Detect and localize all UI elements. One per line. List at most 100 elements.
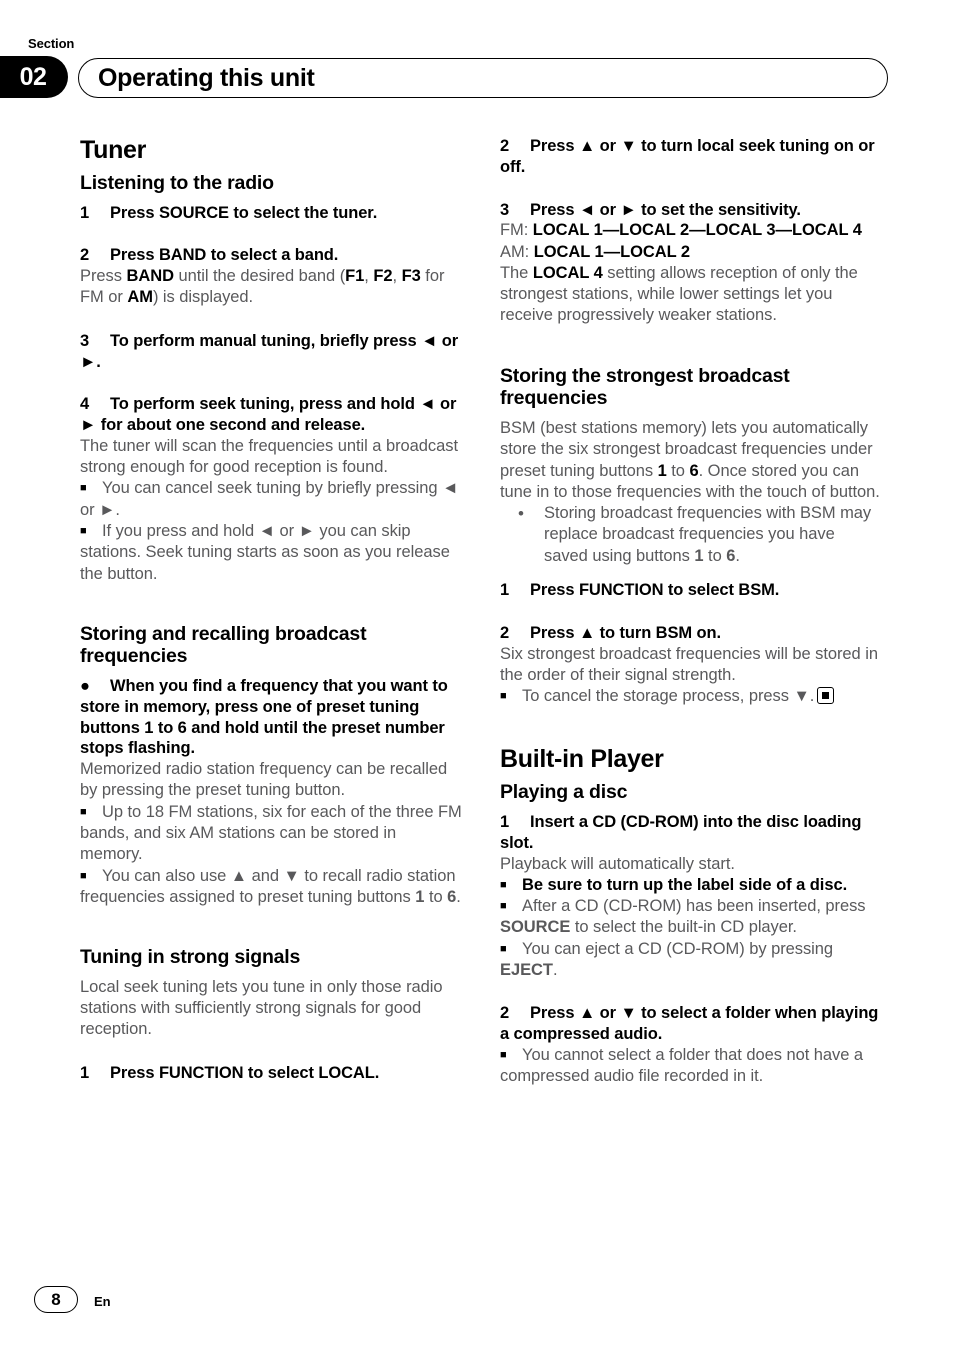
- text-run-bold: SOURCE: [500, 918, 571, 937]
- bullet-step-item: ● When you find a frequency that you want…: [80, 676, 462, 759]
- text-run: FM:: [500, 221, 533, 240]
- square-bullet-icon: ■: [500, 1048, 507, 1061]
- page-title: Operating this unit: [98, 63, 315, 92]
- heading-storing-strongest: Storing the strongest broadcast frequenc…: [500, 364, 790, 410]
- step-item: 2 Press ▲ or ▼ to select a folder when pl…: [500, 1003, 882, 1045]
- text-run-bold: 6: [447, 887, 457, 906]
- step-number: 1: [500, 812, 510, 831]
- sensitivity-am-line: AM: LOCAL 1—LOCAL 2: [500, 242, 882, 263]
- left-column: Tuner Listening to the radio 1 Press SOUR…: [80, 136, 462, 1083]
- step-item: 1 Press FUNCTION to select BSM.: [500, 580, 882, 601]
- square-bullet-icon: ■: [500, 878, 507, 891]
- step-item: 1 Insert a CD (CD-ROM) into the disc load…: [500, 812, 882, 854]
- step-text: Press ▲ or ▼ to select a folder when pla…: [500, 1004, 879, 1043]
- note-item: ■ Be sure to turn up the label side of a …: [500, 875, 882, 896]
- text-run: ) is displayed.: [152, 288, 254, 307]
- text-run-bold: F1: [345, 267, 365, 286]
- step-item: 2 Press BAND to select a band.: [80, 245, 462, 266]
- step-number: 3: [80, 331, 90, 350]
- section-label: Section: [28, 36, 75, 51]
- round-bullet-icon: ●: [80, 677, 90, 696]
- heading-listening-to-the-radio: Listening to the radio: [80, 172, 274, 194]
- text-run-bold: 1: [694, 546, 704, 565]
- text-run-bold: AM: [127, 288, 153, 307]
- text-run: to: [666, 461, 690, 480]
- note-item: ■ You can also use ▲ and ▼ to recall radi…: [80, 866, 462, 909]
- text-run: until the desired band (: [173, 267, 346, 286]
- square-bullet-icon: ■: [80, 805, 87, 818]
- step-number: 2: [500, 623, 510, 642]
- section-body: Local seek tuning lets you tune in only …: [80, 977, 443, 1039]
- dot-note-item: • Storing broadcast frequencies with BSM …: [500, 503, 882, 567]
- step-body: Playback will automatically start.: [500, 854, 735, 873]
- page-number-badge: 8: [34, 1286, 78, 1313]
- step-text: Press ▲ or ▼ to turn local seek tuning o…: [500, 137, 875, 176]
- round-bullet-icon: •: [518, 504, 524, 524]
- step-item: 3 To perform manual tuning, briefly press…: [80, 331, 462, 373]
- step-item: 1 Press FUNCTION to select LOCAL.: [80, 1063, 462, 1084]
- step-number: 2: [500, 1004, 510, 1023]
- note-item: ■ After a CD (CD-ROM) has been inserted, …: [500, 896, 882, 939]
- note-item: ■ If you press and hold ◄ or ► you can sk…: [80, 521, 462, 585]
- step-item: 2 Press ▲ to turn BSM on.: [500, 623, 882, 644]
- heading-playing-a-disc: Playing a disc: [500, 781, 628, 804]
- note-text: You can cancel seek tuning by briefly pr…: [80, 479, 459, 519]
- step-body: The tuner will scan the frequencies unti…: [80, 436, 458, 477]
- step-text: Press ▲ to turn BSM on.: [530, 623, 721, 642]
- text-run-bold: BAND: [126, 267, 174, 286]
- text-run-bold: F2: [373, 267, 393, 286]
- right-column: 2 Press ▲ or ▼ to turn local seek tuning …: [500, 136, 882, 1087]
- text-run-bold: LOCAL 4: [532, 263, 603, 282]
- language-label: En: [94, 1294, 111, 1309]
- step-number: 1: [80, 203, 90, 222]
- text-run: Press: [80, 267, 127, 286]
- page-footer: 8 En: [0, 1272, 954, 1352]
- text-run: You can also use ▲ and ▼ to recall radio…: [80, 866, 456, 906]
- step-item: 4 To perform seek tuning, press and hold …: [80, 394, 462, 436]
- step-number: 3: [500, 200, 510, 219]
- heading-storing-and-recalling: Storing and recalling broadcast frequenc…: [80, 622, 367, 668]
- text-run: The: [500, 263, 533, 282]
- step-body: Press BAND until the desired band (F1, F…: [80, 266, 462, 309]
- text-run: After a CD (CD-ROM) has been inserted, p…: [522, 897, 866, 916]
- text-run-bold: 6: [726, 546, 736, 565]
- step-text: Press BAND to select a band.: [110, 246, 339, 265]
- text-run: ,: [364, 267, 374, 286]
- square-bullet-icon: ■: [500, 900, 507, 913]
- note-text: To cancel the storage process, press ▼.: [522, 687, 815, 706]
- end-of-section-marker-icon: [817, 687, 835, 705]
- square-bullet-icon: ■: [80, 869, 87, 882]
- text-run-bold: LOCAL 1—LOCAL 2: [533, 242, 691, 261]
- step-item: 1 Press SOURCE to select the tuner.: [80, 203, 462, 224]
- step-text: To perform manual tuning, briefly press …: [80, 331, 459, 371]
- step-number: 2: [80, 246, 90, 265]
- note-item: ■ Up to 18 FM stations, six for each of t…: [80, 802, 462, 866]
- heading-built-in-player: Built-in Player: [500, 745, 664, 774]
- text-run-bold: EJECT: [500, 960, 553, 979]
- text-run: .: [552, 960, 558, 979]
- step-text: Press SOURCE to select the tuner.: [110, 203, 378, 222]
- square-bullet-icon: ■: [80, 482, 87, 495]
- section-number-badge: 02: [0, 56, 68, 98]
- text-run-bold: F3: [401, 267, 421, 286]
- note-text: Be sure to turn up the label side of a d…: [522, 875, 848, 894]
- heading-tuning-in-strong-signals: Tuning in strong signals: [80, 946, 301, 969]
- note-item: ■ You cannot select a folder that does no…: [500, 1045, 882, 1088]
- sensitivity-fm-line: FM: LOCAL 1—LOCAL 2—LOCAL 3—LOCAL 4: [500, 220, 882, 241]
- text-run: to: [703, 546, 727, 565]
- text-run: to: [424, 887, 448, 906]
- note-item: ■ You can cancel seek tuning by briefly p…: [80, 478, 462, 521]
- step-text: To perform seek tuning, press and hold ◄…: [80, 395, 457, 435]
- step-item: 3 Press ◄ or ► to set the sensitivity.: [500, 200, 882, 221]
- text-run-bold: 6: [689, 461, 699, 480]
